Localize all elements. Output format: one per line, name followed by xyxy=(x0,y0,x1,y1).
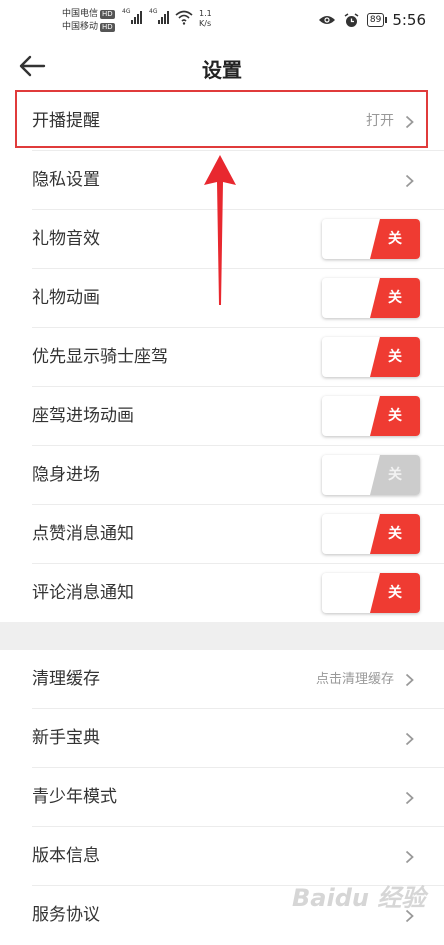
network-speed: 1.1 K/s xyxy=(199,9,212,28)
setting-label: 清理缓存 xyxy=(32,669,100,689)
setting-label: 服务协议 xyxy=(32,905,100,925)
alarm-icon xyxy=(344,12,359,27)
wifi-icon xyxy=(175,10,193,25)
knight-mount-toggle[interactable]: 关 xyxy=(322,337,420,377)
invisible-entry-toggle[interactable]: 关 xyxy=(322,455,420,495)
setting-label: 隐私设置 xyxy=(32,170,100,190)
setting-label: 版本信息 xyxy=(32,846,100,866)
setting-clear-cache[interactable]: 清理缓存 点击清理缓存 xyxy=(0,650,444,709)
setting-label: 优先显示骑士座驾 xyxy=(32,347,168,367)
setting-invisible-entry: 隐身进场 关 xyxy=(0,446,444,505)
chevron-right-icon xyxy=(405,174,414,188)
hd-badge: HD xyxy=(100,10,115,19)
setting-label: 点赞消息通知 xyxy=(32,524,134,544)
chevron-right-icon xyxy=(405,791,414,805)
section-divider xyxy=(0,622,444,650)
eye-icon xyxy=(318,16,335,24)
setting-comment-notification: 评论消息通知 关 xyxy=(0,564,444,623)
gift-animation-toggle[interactable]: 关 xyxy=(322,278,420,318)
gift-sound-toggle[interactable]: 关 xyxy=(322,219,420,259)
setting-label: 座驾进场动画 xyxy=(32,406,134,426)
setting-label: 礼物音效 xyxy=(32,229,100,249)
mount-entry-toggle[interactable]: 关 xyxy=(322,396,420,436)
status-bar: 中国电信 HD 中国移动 HD 4G 4G 1.1 K/s 89 5:56 xyxy=(0,0,444,40)
chevron-right-icon xyxy=(405,732,414,746)
setting-beginner-guide[interactable]: 新手宝典 xyxy=(0,709,444,768)
setting-value: 点击清理缓存 xyxy=(315,672,394,687)
hd-badge: HD xyxy=(100,23,115,32)
carrier-top: 中国电信 xyxy=(62,9,99,19)
setting-label: 评论消息通知 xyxy=(32,583,134,603)
comment-notification-toggle[interactable]: 关 xyxy=(322,573,420,613)
up-arrow-annotation xyxy=(204,155,236,305)
setting-teen-mode[interactable]: 青少年模式 xyxy=(0,768,444,827)
chevron-right-icon xyxy=(405,673,414,687)
carrier-info: 中国电信 HD 中国移动 HD xyxy=(62,8,115,34)
battery-indicator: 89 xyxy=(366,13,388,27)
clock: 5:56 xyxy=(392,11,426,29)
network-type: 4G xyxy=(149,8,158,15)
setting-label: 青少年模式 xyxy=(32,787,117,807)
setting-label: 隐身进场 xyxy=(32,465,100,485)
signal-icon: 4G xyxy=(122,8,142,24)
highlight-box xyxy=(15,90,428,148)
setting-mount-entry-animation: 座驾进场动画 关 xyxy=(0,387,444,446)
setting-like-notification: 点赞消息通知 关 xyxy=(0,505,444,564)
like-notification-toggle[interactable]: 关 xyxy=(322,514,420,554)
signal-icon: 4G xyxy=(149,8,169,24)
setting-label: 礼物动画 xyxy=(32,288,100,308)
nav-header: 设置 xyxy=(0,40,444,92)
page-title: 设置 xyxy=(202,58,242,82)
setting-label: 新手宝典 xyxy=(32,728,100,748)
network-type: 4G xyxy=(122,8,131,15)
setting-knight-mount: 优先显示骑士座驾 关 xyxy=(0,328,444,387)
watermark: Baidu 经验 xyxy=(292,884,426,912)
carrier-bottom: 中国移动 xyxy=(62,22,99,32)
chevron-right-icon xyxy=(405,850,414,864)
